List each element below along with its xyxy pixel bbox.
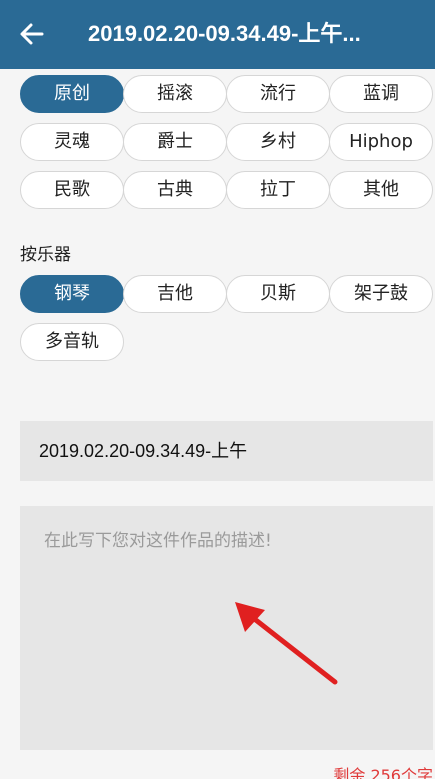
instrument-chip-bass[interactable]: 贝斯 xyxy=(226,275,330,313)
genre-chip-original[interactable]: 原创 xyxy=(20,75,124,113)
genre-chip-soul[interactable]: 灵魂 xyxy=(20,123,124,161)
genre-chip-other[interactable]: 其他 xyxy=(329,171,433,209)
genre-chip-blues[interactable]: 蓝调 xyxy=(329,75,433,113)
app-bar: 2019.02.20-09.34.49-上午... xyxy=(0,0,435,69)
arrow-left-icon[interactable] xyxy=(18,20,46,48)
remaining-chars-counter: 剩余 256个字 xyxy=(333,766,433,779)
instrument-chip-multitrack[interactable]: 多音轨 xyxy=(20,323,124,361)
genre-chip-pop[interactable]: 流行 xyxy=(226,75,330,113)
genre-chip-rock[interactable]: 摇滚 xyxy=(123,75,227,113)
genre-chip-classical[interactable]: 古典 xyxy=(123,171,227,209)
red-arrow-icon xyxy=(235,602,338,685)
description-placeholder: 在此写下您对这件作品的描述! xyxy=(44,531,272,551)
instrument-chip-guitar[interactable]: 吉他 xyxy=(123,275,227,313)
title-input[interactable]: 2019.02.20-09.34.49-上午 xyxy=(20,421,433,481)
instrument-chip-drums[interactable]: 架子鼓 xyxy=(329,275,433,313)
genre-chip-jazz[interactable]: 爵士 xyxy=(123,123,227,161)
page-title: 2019.02.20-09.34.49-上午... xyxy=(88,21,361,46)
instrument-chip-piano[interactable]: 钢琴 xyxy=(20,275,124,313)
instrument-section-label: 按乐器 xyxy=(20,245,71,265)
genre-chip-latin[interactable]: 拉丁 xyxy=(226,171,330,209)
genre-chip-country[interactable]: 乡村 xyxy=(226,123,330,161)
genre-chip-folk[interactable]: 民歌 xyxy=(20,171,124,209)
genre-chip-hiphop[interactable]: Hiphop xyxy=(329,123,433,161)
